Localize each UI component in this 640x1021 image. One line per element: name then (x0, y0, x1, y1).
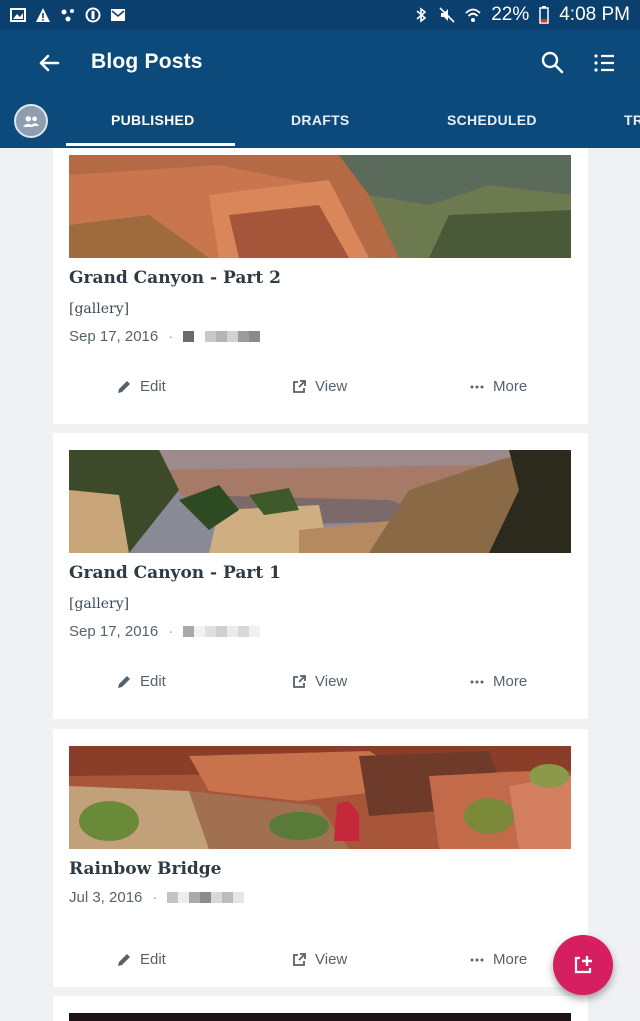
tab-published[interactable]: PUBLISHED (111, 112, 195, 128)
post-status-tabs: PUBLISHED DRAFTS SCHEDULED TR (0, 102, 640, 148)
pencil-icon (118, 953, 130, 966)
more-horizontal-icon (470, 958, 484, 961)
post-excerpt: [gallery] (69, 301, 130, 317)
clock: 4:08 PM (559, 4, 630, 25)
view-button[interactable]: View (291, 378, 347, 395)
post-date: Jul 3, 2016 (69, 889, 143, 906)
more-button[interactable]: More (469, 951, 527, 968)
redacted-author (183, 626, 261, 637)
mail-notification-icon (111, 9, 125, 21)
gallery-notification-icon (10, 8, 26, 22)
view-label: View (315, 673, 348, 690)
view-label: View (315, 378, 348, 395)
view-label: View (315, 951, 348, 968)
meta-separator: · (152, 889, 158, 906)
wifi-icon (465, 8, 481, 22)
more-button[interactable]: More (469, 378, 527, 395)
pencil-icon (118, 380, 130, 393)
post-meta: Sep 17, 2016 · (69, 328, 261, 345)
pencil-icon (118, 675, 130, 688)
view-button[interactable]: View (291, 673, 347, 690)
post-title[interactable]: Grand Canyon - Part 2 (69, 268, 281, 288)
post-title[interactable]: Grand Canyon - Part 1 (69, 563, 281, 583)
battery-icon (539, 6, 549, 24)
page-title: Blog Posts (91, 50, 203, 73)
view-button[interactable]: View (291, 951, 347, 968)
active-tab-indicator (66, 143, 235, 146)
edit-label: Edit (140, 378, 166, 395)
people-icon (22, 115, 40, 127)
redacted-author (167, 892, 245, 903)
bluetooth-icon (416, 7, 427, 23)
mute-icon (439, 7, 455, 23)
external-link-icon (293, 379, 306, 393)
site-avatar[interactable] (14, 104, 48, 138)
app-bar: Blog Posts PUBLISHED DRAFTS SCHEDULED TR (0, 30, 640, 148)
tab-trashed[interactable]: TR (624, 112, 640, 128)
meta-separator: · (168, 328, 174, 345)
connection-icon (61, 9, 74, 22)
post-excerpt: [gallery] (69, 596, 130, 612)
post-card[interactable] (53, 996, 588, 1021)
edit-button[interactable]: Edit (116, 951, 166, 968)
post-actions: Edit View More (53, 378, 588, 408)
new-post-fab[interactable] (553, 935, 613, 995)
post-card[interactable]: Grand Canyon - Part 1 [gallery] Sep 17, … (53, 433, 588, 719)
filter-list-icon[interactable] (590, 48, 620, 78)
new-post-icon (574, 956, 592, 974)
back-arrow-icon[interactable] (34, 48, 64, 78)
post-list: Grand Canyon - Part 2 [gallery] Sep 17, … (0, 148, 640, 1021)
post-meta: Sep 17, 2016 · (69, 623, 261, 640)
external-link-icon (293, 952, 306, 966)
post-featured-image (69, 1013, 571, 1021)
meta-separator: · (168, 623, 174, 640)
more-horizontal-icon (470, 385, 484, 388)
status-bar: 22% 4:08 PM (0, 0, 640, 30)
battery-percent: 22% (491, 4, 530, 25)
post-featured-image (69, 746, 571, 849)
post-actions: Edit View More (53, 673, 588, 703)
edit-label: Edit (140, 673, 166, 690)
external-link-icon (293, 674, 306, 688)
more-horizontal-icon (470, 680, 484, 683)
post-date: Sep 17, 2016 (69, 623, 159, 640)
post-card[interactable]: Grand Canyon - Part 2 [gallery] Sep 17, … (53, 148, 588, 424)
post-card[interactable]: Rainbow Bridge Jul 3, 2016 · Edit View M… (53, 729, 588, 987)
post-date: Sep 17, 2016 (69, 328, 159, 345)
post-featured-image (69, 155, 571, 258)
edit-button[interactable]: Edit (116, 378, 166, 395)
edit-button[interactable]: Edit (116, 673, 166, 690)
tab-scheduled[interactable]: SCHEDULED (447, 112, 537, 128)
redacted-author (183, 331, 261, 342)
more-button[interactable]: More (469, 673, 527, 690)
post-title[interactable]: Rainbow Bridge (69, 859, 222, 879)
more-label: More (493, 378, 528, 395)
post-actions: Edit View More (53, 951, 588, 981)
circle-notification-icon (85, 7, 101, 23)
post-featured-image (69, 450, 571, 553)
more-label: More (493, 951, 528, 968)
edit-label: Edit (140, 951, 166, 968)
search-icon[interactable] (538, 48, 568, 78)
warning-icon (36, 8, 50, 22)
post-meta: Jul 3, 2016 · (69, 889, 245, 906)
more-label: More (493, 673, 528, 690)
tab-drafts[interactable]: DRAFTS (291, 112, 350, 128)
